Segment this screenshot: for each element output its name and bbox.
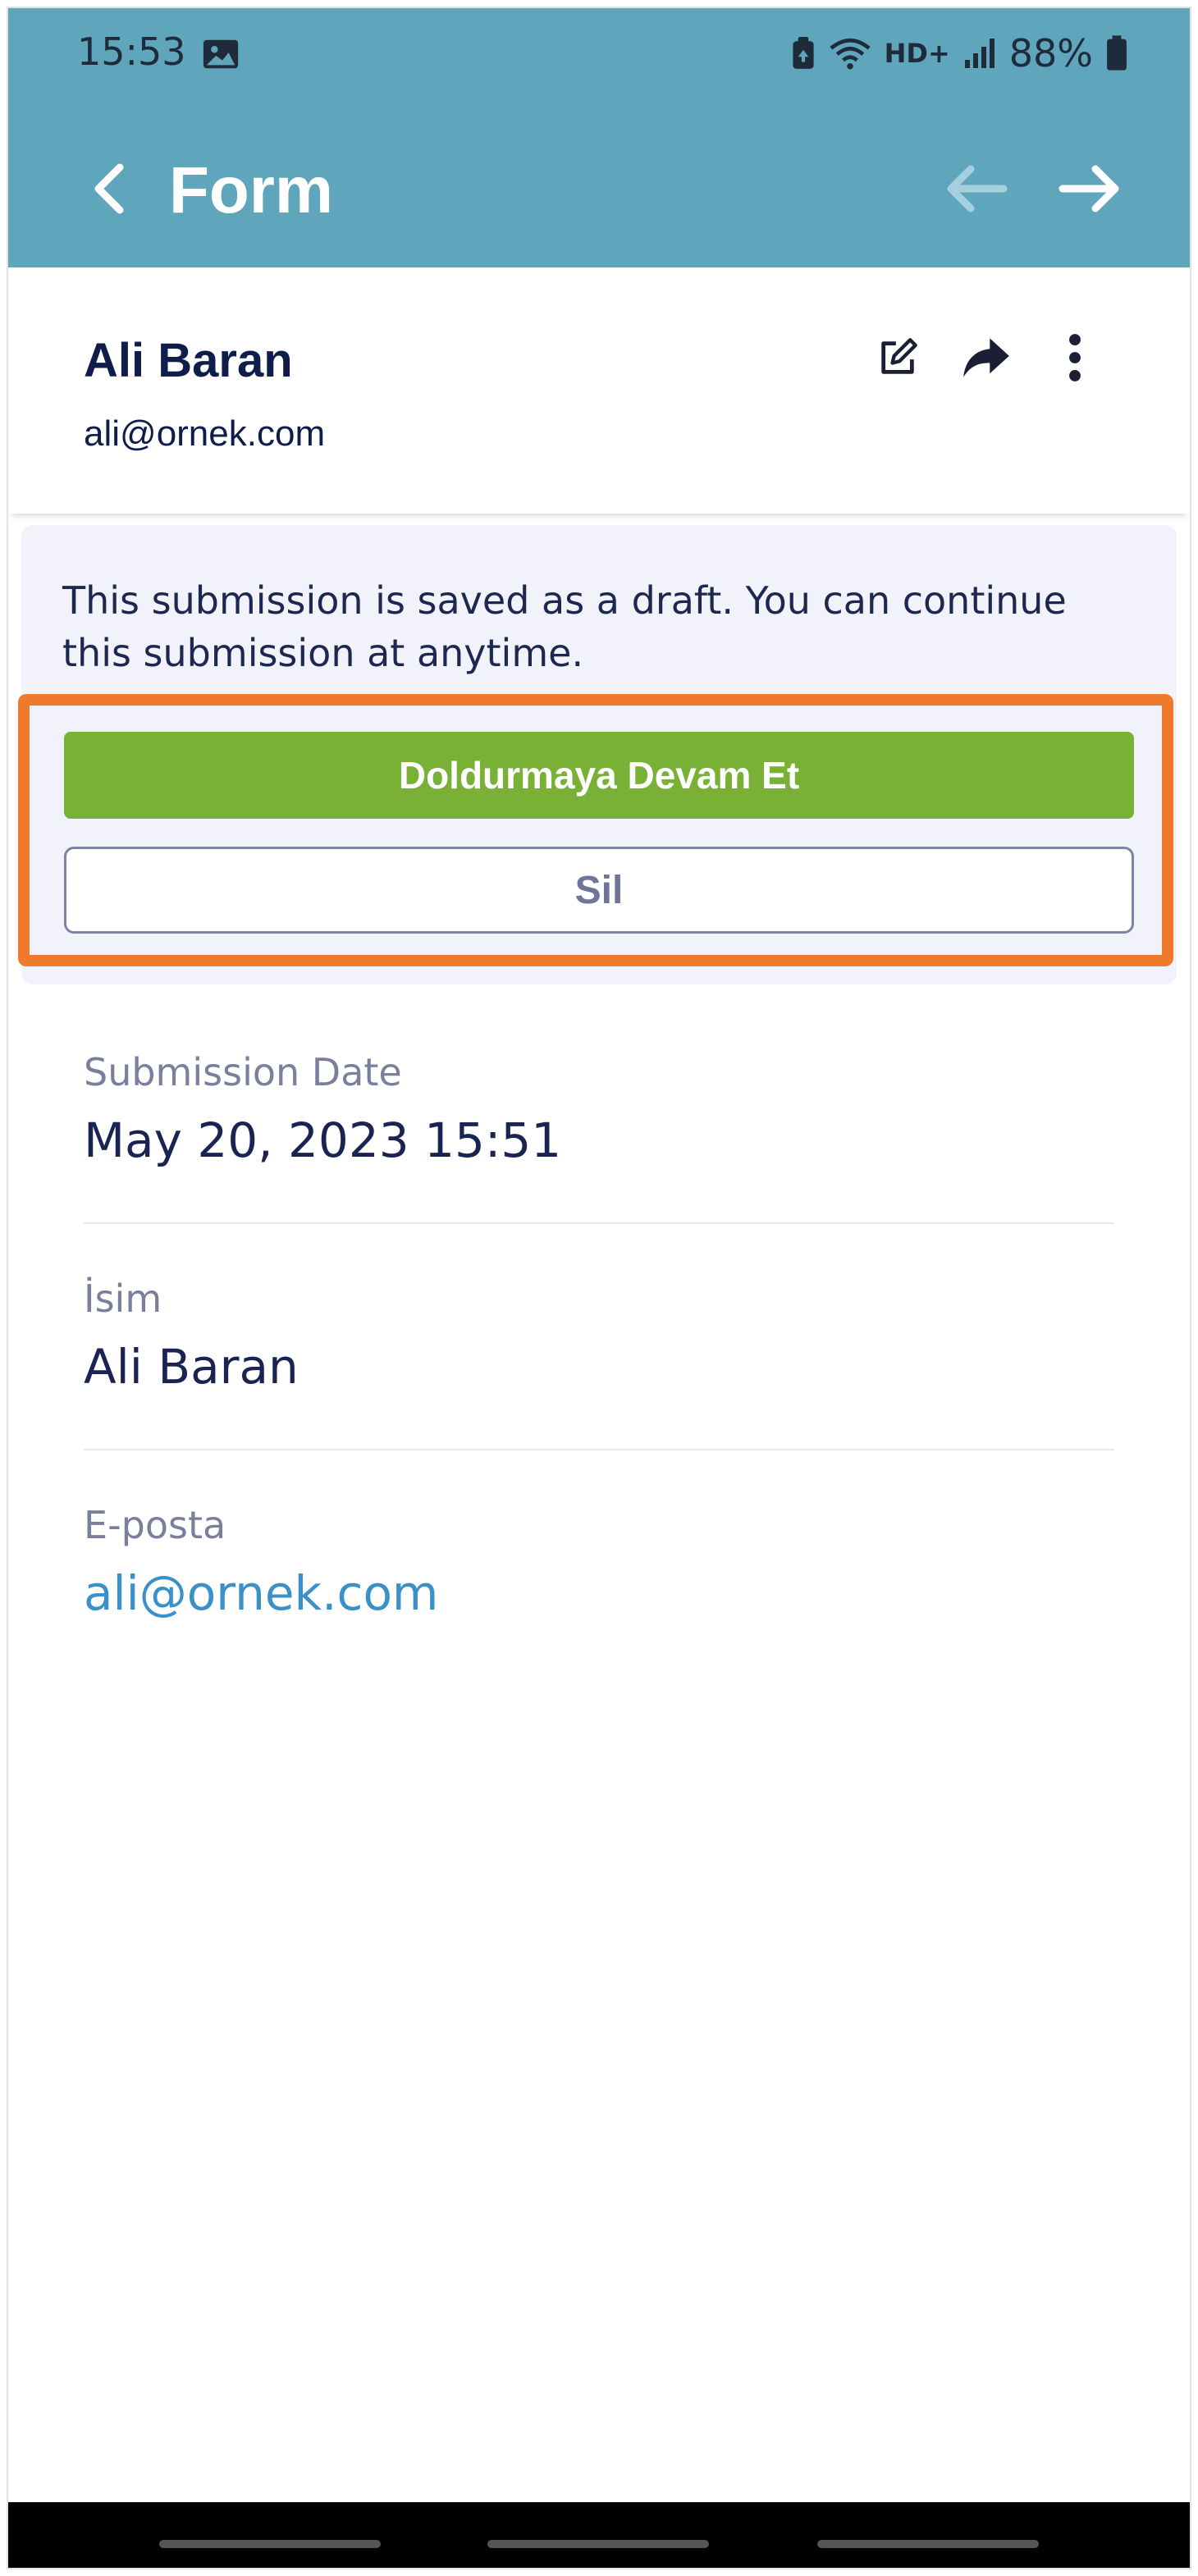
app-header: 15:53 HD+ 88% Form xyxy=(8,8,1190,267)
page-title: Form xyxy=(169,153,333,226)
divider xyxy=(84,1222,1114,1224)
field-email: E-posta ali@ornek.com xyxy=(84,1503,1114,1621)
field-label: Submission Date xyxy=(84,1050,402,1094)
field-name: İsim Ali Baran xyxy=(84,1277,1114,1395)
edit-icon xyxy=(881,338,917,374)
more-options-button[interactable] xyxy=(1050,333,1100,382)
next-submission-button[interactable] xyxy=(1052,156,1126,222)
status-bar: 15:53 HD+ 88% xyxy=(8,8,1190,115)
more-vertical-icon xyxy=(1069,334,1081,381)
share-button[interactable] xyxy=(962,333,1011,382)
nav-recent-button[interactable] xyxy=(159,2540,381,2548)
submitter-card: Ali Baran ali@ornek.com xyxy=(8,267,1190,514)
system-nav-bar xyxy=(8,2502,1190,2569)
card-actions xyxy=(873,333,1100,382)
field-label: İsim xyxy=(84,1277,162,1321)
signal-icon xyxy=(964,39,995,68)
field-value: Ali Baran xyxy=(84,1339,299,1395)
arrow-left-icon xyxy=(947,165,1008,212)
divider xyxy=(84,1449,1114,1450)
form-submission-screen: 15:53 HD+ 88% Form Ali Baran ali@ornek.c… xyxy=(0,0,1198,2576)
email-link[interactable]: ali@ornek.com xyxy=(84,1565,1114,1621)
chevron-left-icon xyxy=(94,163,124,214)
back-button[interactable] xyxy=(75,156,141,222)
status-time: 15:53 xyxy=(77,30,186,74)
share-icon xyxy=(963,338,1009,377)
network-type: HD+ xyxy=(884,38,950,69)
field-label: E-posta xyxy=(84,1503,226,1547)
field-submission-date: Submission Date May 20, 2023 15:51 xyxy=(84,1050,1114,1168)
submitter-name: Ali Baran xyxy=(84,334,293,387)
delete-button[interactable]: Sil xyxy=(64,847,1134,934)
submitter-email: ali@ornek.com xyxy=(84,413,326,454)
battery-icon xyxy=(1107,35,1127,71)
nav-home-button[interactable] xyxy=(487,2540,709,2548)
nav-back-button[interactable] xyxy=(817,2540,1039,2548)
draft-message: This submission is saved as a draft. You… xyxy=(62,578,1067,676)
edit-button[interactable] xyxy=(873,333,922,382)
image-icon xyxy=(203,39,239,69)
wifi-icon xyxy=(830,38,871,70)
arrow-right-icon xyxy=(1059,165,1119,212)
previous-submission-button[interactable] xyxy=(940,156,1014,222)
battery-saver-icon xyxy=(792,37,814,69)
continue-filling-button[interactable]: Doldurmaya Devam Et xyxy=(64,732,1134,819)
battery-percentage: 88% xyxy=(1008,31,1093,75)
field-value: May 20, 2023 15:51 xyxy=(84,1112,562,1168)
status-indicators: HD+ 88% xyxy=(791,33,1127,74)
